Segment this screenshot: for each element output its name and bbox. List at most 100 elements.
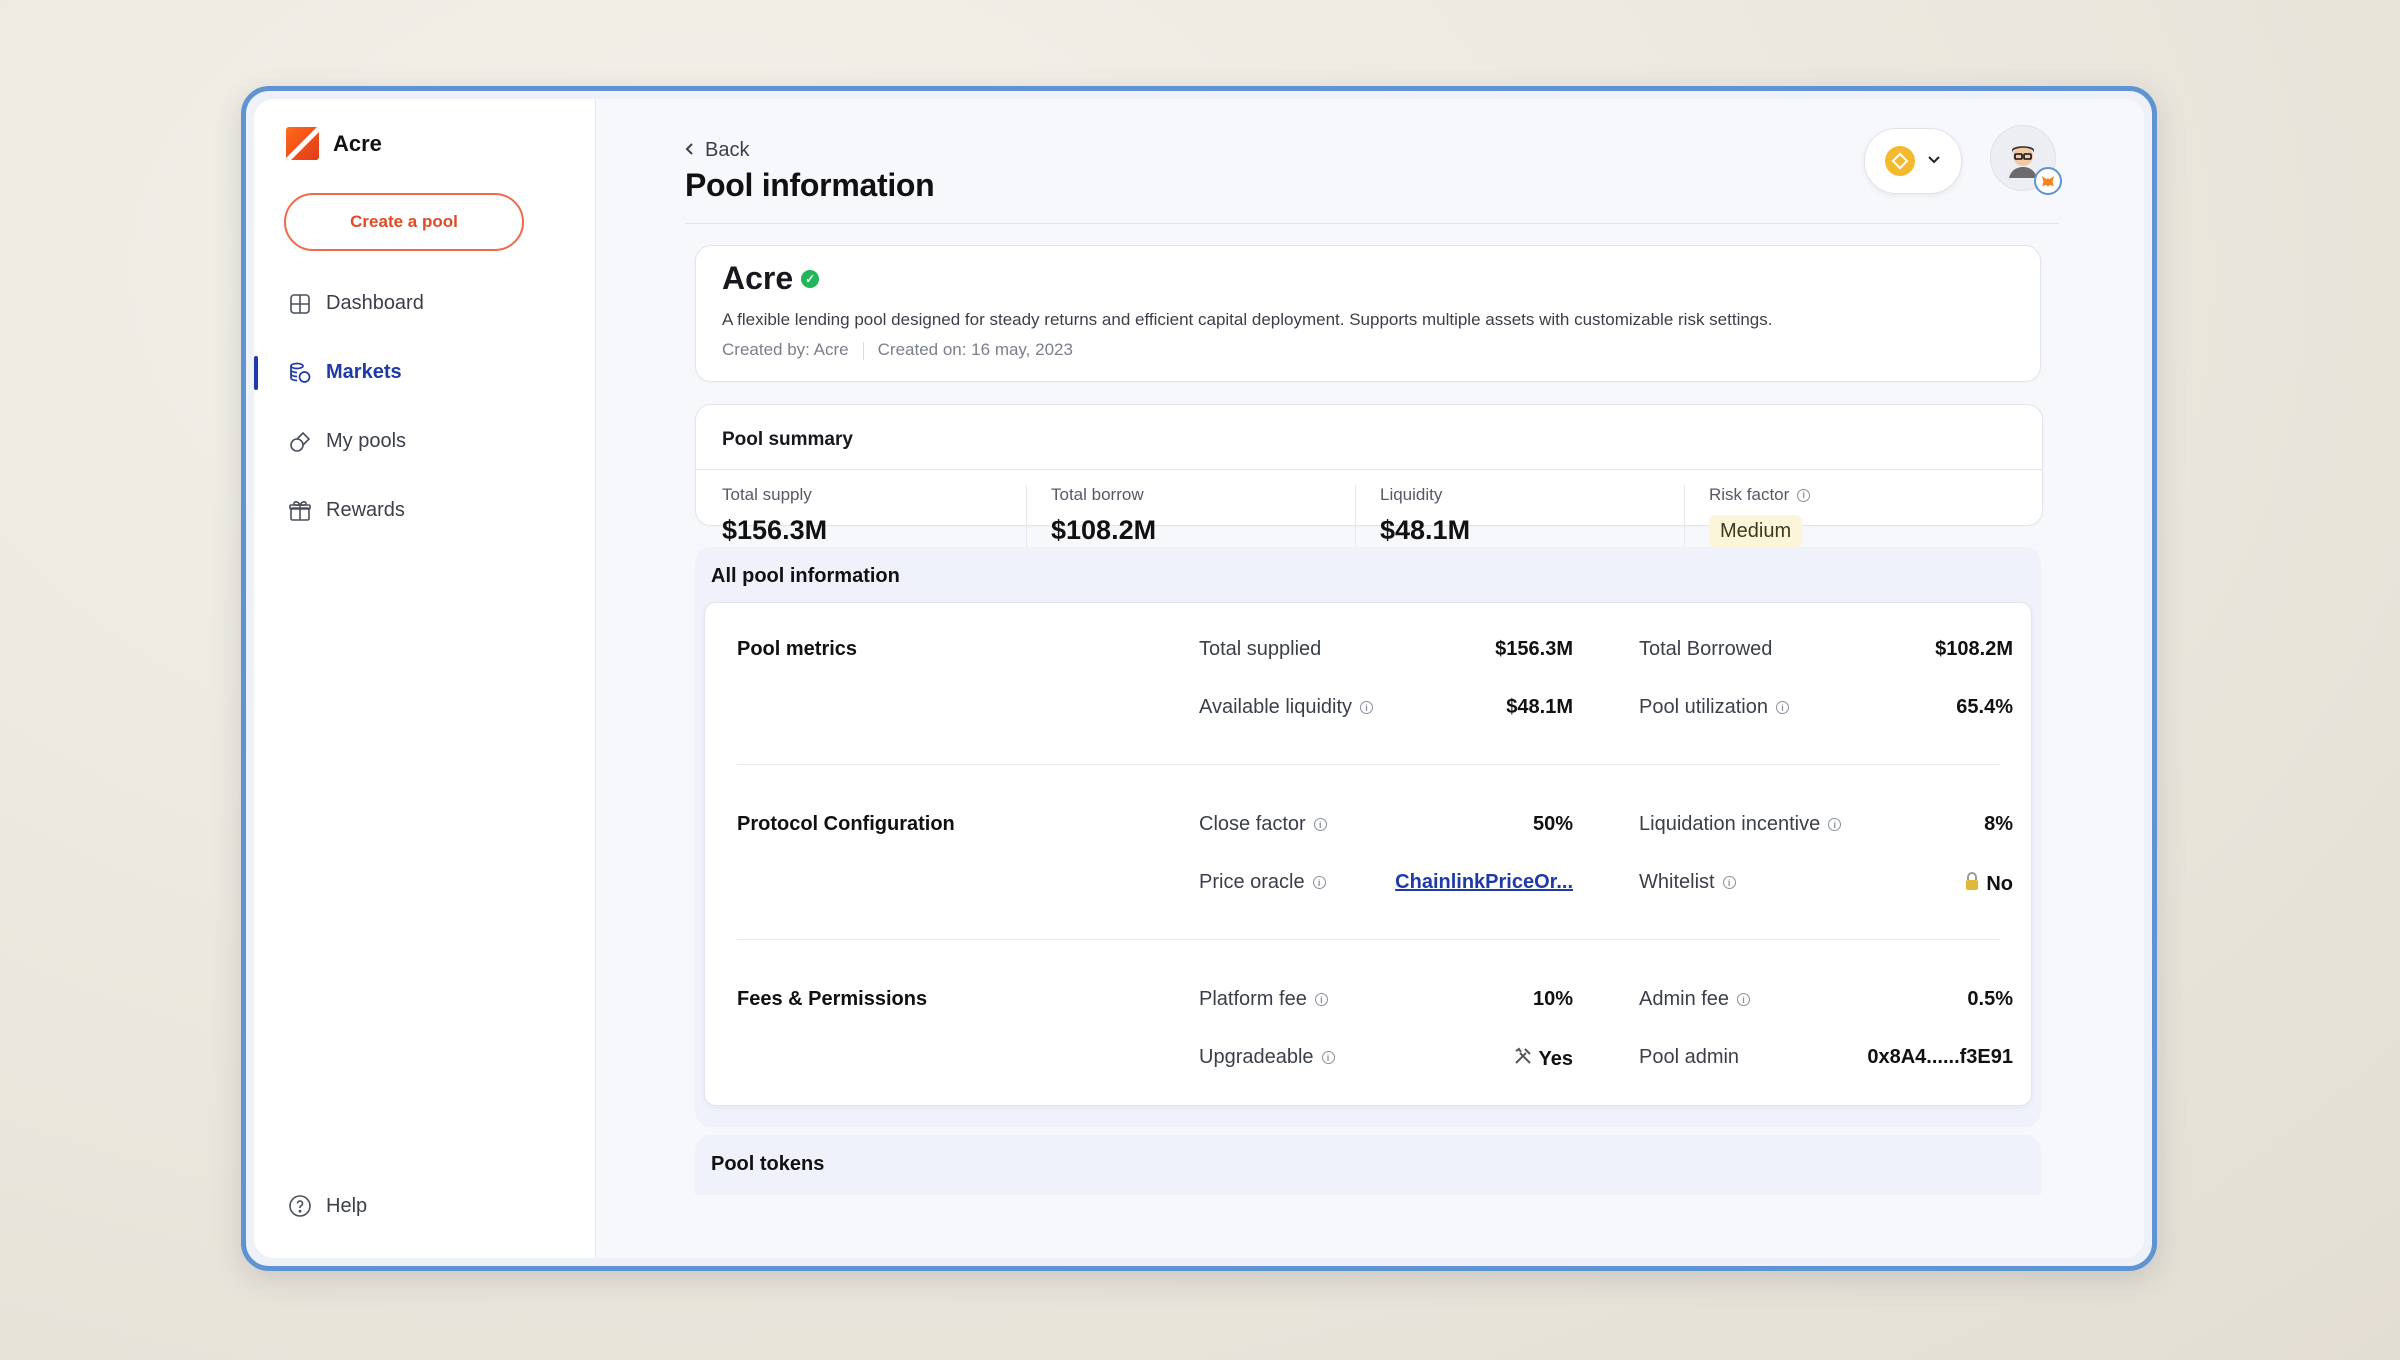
stat-label: Risk factor i <box>1709 485 2009 505</box>
price-oracle-link[interactable]: ChainlinkPriceOr... <box>1337 871 1573 894</box>
label-text: Price oracle <box>1199 871 1305 893</box>
row-label: Price oracle i <box>1199 871 1326 894</box>
gift-icon <box>288 499 312 523</box>
sidebar-item-label: Dashboard <box>326 292 424 314</box>
sidebar-item-label: Markets <box>326 361 402 383</box>
sidebar-item-rewards[interactable]: Rewards <box>254 476 594 545</box>
risk-label: Risk factor <box>1709 485 1790 504</box>
stat-value: $108.2M <box>1051 515 1157 545</box>
section-title: Fees & Permissions <box>737 988 928 1010</box>
header-divider <box>685 223 2059 224</box>
network-selector[interactable] <box>1864 128 1962 194</box>
chevron-left-icon <box>685 139 695 162</box>
pool-tokens-section: Pool tokens <box>695 1135 2041 1195</box>
close-factor-value: 50% <box>1532 813 1573 835</box>
create-pool-button[interactable]: Create a pool <box>284 193 524 251</box>
platform-fee-value: 10% <box>1532 988 1573 1010</box>
stat-label: Liquidity <box>1380 485 1443 504</box>
pool-tokens-title: Pool tokens <box>711 1153 825 1175</box>
brand-name: Acre <box>333 130 382 156</box>
help-link[interactable]: Help <box>288 1194 367 1218</box>
pool-metrics-section: Pool metrics Total supplied $156.3M Tota… <box>737 638 2013 719</box>
row-label: Total Borrowed <box>1639 638 1772 661</box>
info-icon[interactable]: i <box>1321 1051 1335 1064</box>
risk-badge: Medium <box>1709 515 1803 548</box>
label-text: Platform fee <box>1199 988 1307 1010</box>
stat-divider <box>1684 485 1685 551</box>
row-label: Platform fee i <box>1199 988 1328 1011</box>
stat-divider <box>1026 485 1027 551</box>
acre-logo-icon <box>286 127 319 160</box>
label-text: Pool utilization <box>1639 696 1768 718</box>
pool-utilization-value: 65.4% <box>1956 696 2013 718</box>
back-label: Back <box>705 139 750 161</box>
info-icon[interactable]: i <box>1797 488 1811 502</box>
label-text: Whitelist <box>1639 871 1715 893</box>
lock-icon <box>1964 871 1980 897</box>
main-panel: Back Pool information Acre ✓ A flexible … <box>595 99 2144 1258</box>
created-on: Created on: 16 may, 2023 <box>877 340 1073 359</box>
stat-divider <box>1355 485 1356 551</box>
pool-name: Acre <box>722 260 794 296</box>
admin-fee-value: 0.5% <box>1967 988 2013 1010</box>
row-label: Close factor i <box>1199 813 1327 836</box>
pool-icon <box>288 430 312 454</box>
info-icon[interactable]: i <box>1313 818 1327 831</box>
meta-divider <box>862 342 864 360</box>
sidebar-item-label: My pools <box>326 430 407 452</box>
row-label: Admin fee i <box>1639 988 1751 1011</box>
label-text: Admin fee <box>1639 988 1730 1010</box>
pool-summary-card: Pool summary Total supply $156.3M Total … <box>695 404 2043 551</box>
account-menu[interactable] <box>1990 125 2062 195</box>
stat-liquidity: Liquidity $48.1M <box>1380 485 1680 546</box>
tools-icon <box>1513 1046 1533 1072</box>
summary-divider <box>696 469 2042 470</box>
metamask-icon <box>2034 167 2062 195</box>
brand-logo[interactable]: Acre <box>286 127 382 160</box>
sidebar-item-dashboard[interactable]: Dashboard <box>254 269 594 338</box>
available-liquidity-value: $48.1M <box>1506 696 1573 718</box>
label-text: Upgradeable <box>1199 1046 1314 1068</box>
row-label: Whitelist i <box>1639 871 1736 894</box>
pool-meta: Created by: Acre Created on: 16 may, 202… <box>722 340 1073 360</box>
label-text: Pool admin <box>1639 1046 1740 1068</box>
fees-permissions-section: Fees & Permissions Platform fee i 10% Adm… <box>737 988 2013 1070</box>
liquidation-incentive-value: 8% <box>1984 813 2013 835</box>
pool-info-table: Pool metrics Total supplied $156.3M Tota… <box>704 602 2032 1106</box>
label-text: Total supplied <box>1199 638 1322 660</box>
sidebar: Acre Create a pool Dashboard Markets My … <box>254 99 594 1258</box>
row-label: Pool utilization i <box>1639 696 1789 719</box>
chevron-down-icon <box>1927 152 1941 170</box>
info-icon[interactable]: i <box>1314 993 1328 1006</box>
whitelist-value: No <box>1986 872 2013 895</box>
stat-label: Total borrow <box>1051 485 1144 504</box>
created-by: Created by: Acre <box>722 340 849 359</box>
help-icon <box>288 1194 312 1218</box>
total-borrowed-value: $108.2M <box>1935 638 2013 660</box>
info-icon[interactable]: i <box>1737 993 1751 1006</box>
info-icon[interactable]: i <box>1312 876 1326 889</box>
whitelist-value-wrap: No <box>1777 871 2013 897</box>
upgradeable-value-wrap: Yes <box>1337 1046 1573 1072</box>
back-link[interactable]: Back <box>685 139 749 162</box>
info-icon[interactable]: i <box>1722 876 1736 889</box>
all-pool-info-section: All pool information Pool metrics Total … <box>695 547 2041 1127</box>
sidebar-item-my-pools[interactable]: My pools <box>254 407 594 476</box>
row-label: Total supplied <box>1199 638 1321 661</box>
stat-total-supply: Total supply $156.3M <box>722 485 1022 546</box>
help-label: Help <box>326 1194 368 1217</box>
sidebar-item-markets[interactable]: Markets <box>254 338 594 407</box>
section-title: Protocol Configuration <box>737 813 955 835</box>
total-supplied-value: $156.3M <box>1495 638 1573 660</box>
label-text: Total Borrowed <box>1639 638 1773 660</box>
pool-admin-value[interactable]: 0x8A4......f3E91 <box>1777 1046 2013 1069</box>
row-label: Pool admin <box>1639 1046 1739 1069</box>
sidebar-item-label: Rewards <box>326 499 405 521</box>
stat-value: $156.3M <box>722 515 828 545</box>
stat-total-borrow: Total borrow $108.2M <box>1051 485 1351 546</box>
sidebar-nav: Dashboard Markets My pools Rewards <box>254 269 594 545</box>
bnb-icon <box>1885 146 1915 176</box>
upgradeable-value: Yes <box>1538 1047 1573 1070</box>
label-text: Available liquidity <box>1199 696 1353 718</box>
section-title: Pool metrics <box>737 638 858 660</box>
